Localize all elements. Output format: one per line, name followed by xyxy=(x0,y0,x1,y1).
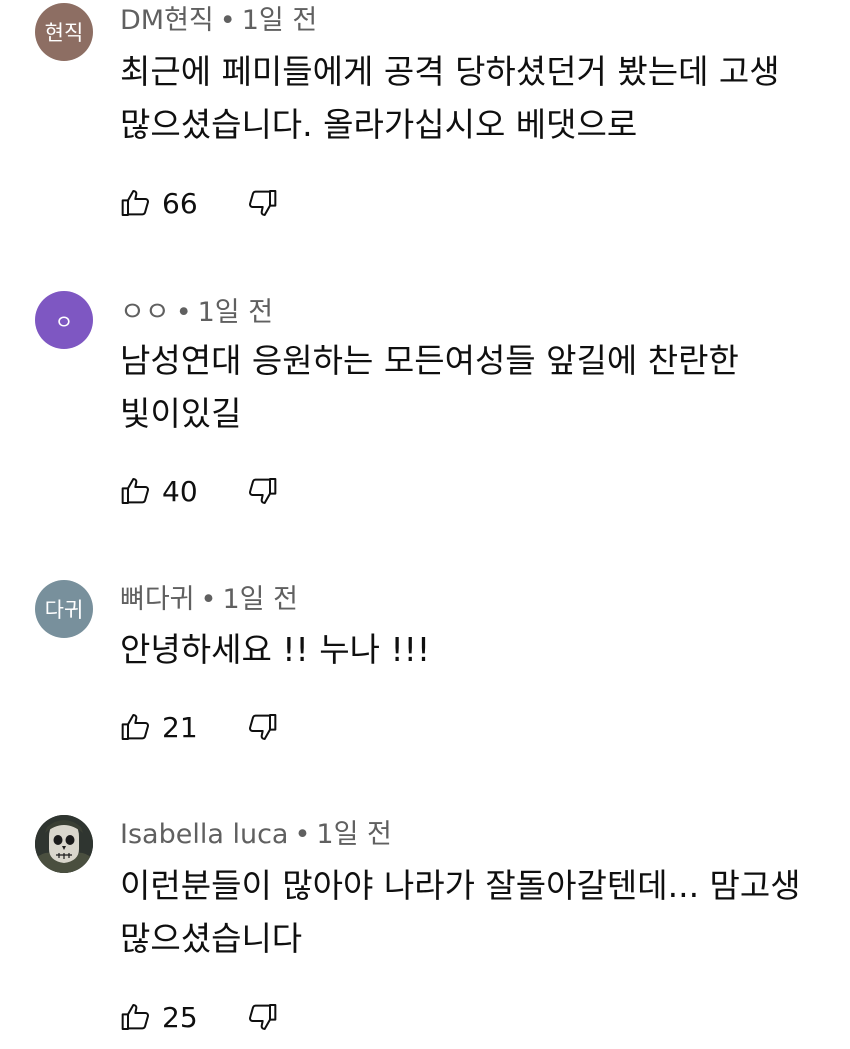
comment-line: 많으셨습니다 xyxy=(120,919,303,958)
like-count: 21 xyxy=(162,710,198,744)
dislike-button[interactable] xyxy=(246,187,278,219)
avatar[interactable]: ㅇ xyxy=(35,291,93,349)
author-name[interactable]: DM현직 xyxy=(120,5,214,36)
comment-text: 남성연대 응원하는 모든여성들 앞길에 찬란한 빛이있길 xyxy=(120,334,830,440)
author-name[interactable]: Isabella luca xyxy=(120,819,288,850)
comment-time: 1일 전 xyxy=(197,297,274,328)
dislike-button[interactable] xyxy=(246,711,278,743)
comment-line: 빛이있길 xyxy=(120,394,242,433)
comment-time: 1일 전 xyxy=(316,819,392,850)
comment-actions: 40 xyxy=(120,471,278,511)
comment-meta: ㅇㅇ • 1일 전 xyxy=(120,296,273,330)
thumb-down-icon xyxy=(246,1001,278,1033)
meta-separator: • xyxy=(200,584,217,615)
comment-meta: 뼈다귀 • 1일 전 xyxy=(120,583,298,617)
comment-meta: DM현직 • 1일 전 xyxy=(120,4,317,38)
comment-line: 많으셨습니다. 올라가십시오 베댓으로 xyxy=(120,105,638,144)
dislike-button[interactable] xyxy=(246,475,278,507)
thumb-down-icon xyxy=(246,711,278,743)
author-name[interactable]: ㅇㅇ xyxy=(120,297,170,328)
author-name[interactable]: 뼈다귀 xyxy=(120,584,195,615)
thumb-down-icon xyxy=(246,475,278,507)
comment-meta: Isabella luca • 1일 전 xyxy=(120,818,392,852)
meta-separator: • xyxy=(294,819,311,850)
like-count: 25 xyxy=(162,1000,198,1034)
thumb-down-icon xyxy=(246,187,278,219)
avatar[interactable] xyxy=(35,815,93,873)
dislike-button[interactable] xyxy=(246,1001,278,1033)
thumb-up-icon xyxy=(120,711,152,743)
comment-text: 안녕하세요 !! 누나 !!! xyxy=(120,623,830,676)
like-button[interactable]: 40 xyxy=(120,475,198,508)
thumb-up-icon xyxy=(120,187,152,219)
comment-line: 최근에 페미들에게 공격 당하셨던거 봤는데 고생 xyxy=(120,52,780,91)
meta-separator: • xyxy=(219,5,236,36)
avatar[interactable]: 현직 xyxy=(35,3,93,61)
comment-text: 최근에 페미들에게 공격 당하셨던거 봤는데 고생 많으셨습니다. 올라가십시오… xyxy=(120,45,830,151)
thumb-up-icon xyxy=(120,1001,152,1033)
skull-mask-icon xyxy=(35,815,93,873)
comment-time: 1일 전 xyxy=(241,5,318,36)
comment-line: 남성연대 응원하는 모든여성들 앞길에 찬란한 xyxy=(120,341,739,380)
like-count: 66 xyxy=(162,186,198,220)
comment-line: 이런분들이 많아야 나라가 잘돌아갈텐데... 맘고생 xyxy=(120,866,801,905)
like-count: 40 xyxy=(162,474,198,508)
like-button[interactable]: 25 xyxy=(120,1001,198,1034)
like-button[interactable]: 21 xyxy=(120,711,198,744)
comment-actions: 21 xyxy=(120,707,278,747)
comment-actions: 25 xyxy=(120,997,278,1037)
comment-text: 이런분들이 많아야 나라가 잘돌아갈텐데... 맘고생 많으셨습니다 xyxy=(120,859,830,965)
thumb-up-icon xyxy=(120,475,152,507)
like-button[interactable]: 66 xyxy=(120,187,198,220)
comment-actions: 66 xyxy=(120,183,278,223)
avatar[interactable]: 다귀 xyxy=(35,580,93,638)
meta-separator: • xyxy=(175,297,192,328)
comment-line: 안녕하세요 !! 누나 !!! xyxy=(120,630,431,669)
comment-time: 1일 전 xyxy=(222,584,298,615)
